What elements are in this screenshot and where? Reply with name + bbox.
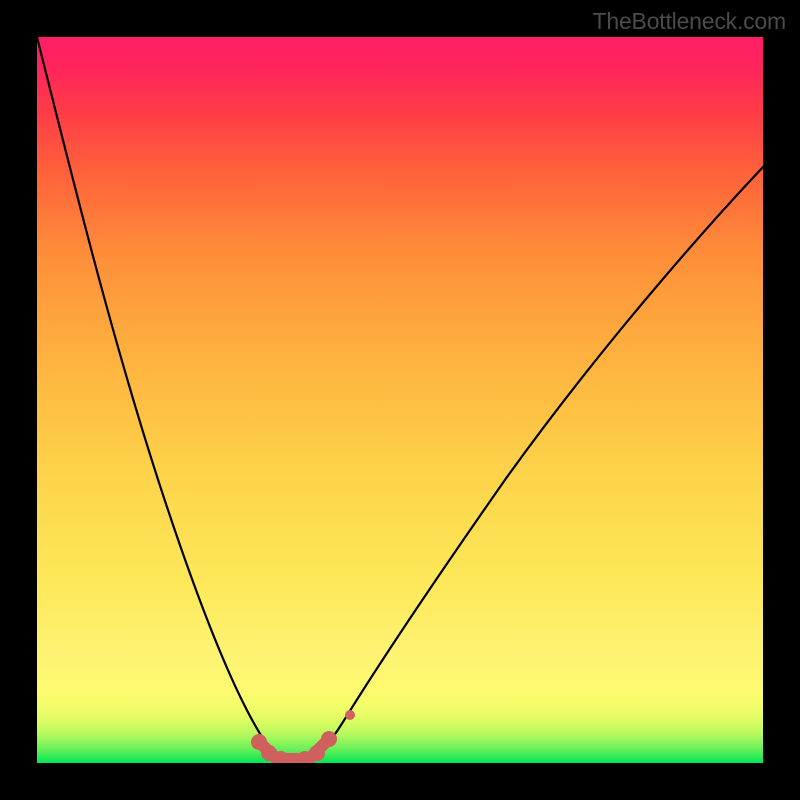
chart-frame: TheBottleneck.com — [0, 0, 800, 800]
marker-dot — [309, 745, 325, 761]
plot-area — [37, 37, 763, 763]
chart-svg — [37, 37, 763, 763]
watermark-text: TheBottleneck.com — [593, 8, 786, 35]
marker-dot-outlier — [345, 710, 355, 720]
marker-dot — [321, 731, 337, 747]
bottleneck-curve — [37, 37, 763, 763]
